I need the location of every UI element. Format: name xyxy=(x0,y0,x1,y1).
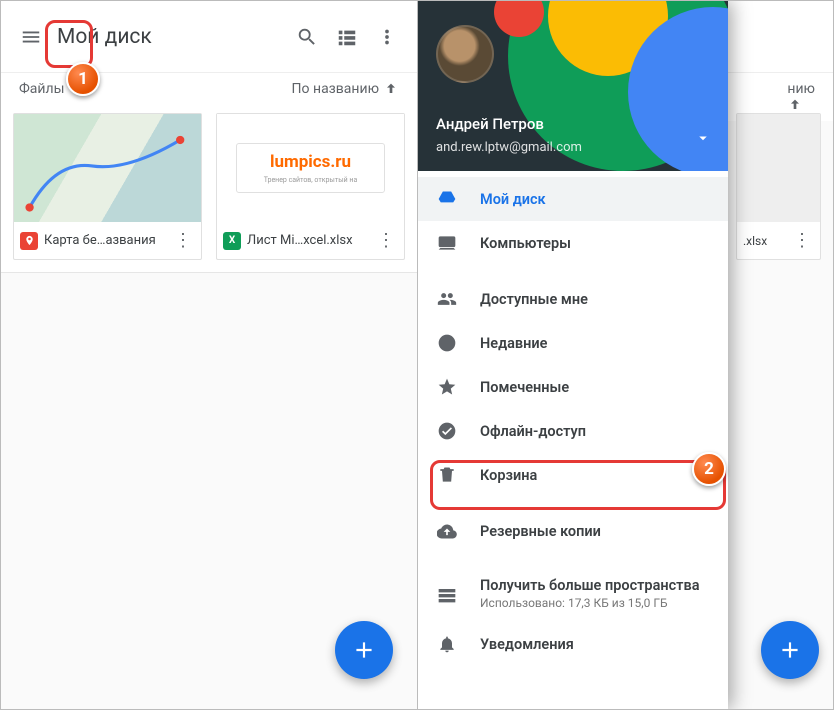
drawer-item-label: Офлайн-доступ xyxy=(480,423,586,440)
file-more-button[interactable]: ⋮ xyxy=(171,230,195,251)
fab-add-button-bg[interactable] xyxy=(761,621,819,679)
drawer-list: Мой диск Компьютеры Доступные мне xyxy=(418,171,728,709)
bell-icon xyxy=(436,634,458,654)
file-thumbnail: lumpics.ru Тренер сайтов, открытый на xyxy=(217,114,404,222)
account-email: and.rew.lptw@gmail.com xyxy=(436,140,582,155)
drawer-item-label: Мой диск xyxy=(480,191,546,208)
file-name: Лист Mi…xcel.xlsx xyxy=(247,233,368,248)
plus-icon xyxy=(777,637,803,663)
drawer-item-label: Уведомления xyxy=(480,636,574,653)
star-icon xyxy=(436,377,458,397)
screen-drawer: нию .xlsx ⋮ Андрей Петров xyxy=(417,0,834,710)
excel-icon: X xyxy=(223,232,241,250)
list-view-icon xyxy=(336,26,358,48)
background-file-card: .xlsx ⋮ xyxy=(736,113,821,260)
screen-file-list: Мой диск Файлы По названию xyxy=(0,0,417,710)
arrow-up-icon xyxy=(383,81,399,97)
storage-icon xyxy=(436,584,458,604)
drawer-item-label: Компьютеры xyxy=(480,235,571,252)
drawer-item-trash[interactable]: Корзина xyxy=(418,453,728,497)
drive-icon xyxy=(436,189,458,209)
toolbar: Мой диск xyxy=(1,1,417,73)
search-icon xyxy=(296,26,318,48)
drawer-item-storage[interactable]: Получить больше пространства Использован… xyxy=(418,565,728,622)
offline-icon xyxy=(436,421,458,441)
file-card-sheet[interactable]: lumpics.ru Тренер сайтов, открытый на X … xyxy=(216,113,405,260)
drawer-item-recent[interactable]: Недавние xyxy=(418,321,728,365)
chevron-down-icon xyxy=(694,129,712,147)
drawer-item-label: Получить больше пространства xyxy=(480,577,699,594)
hamburger-menu-button[interactable] xyxy=(11,17,51,57)
more-vert-icon xyxy=(376,26,398,48)
people-icon xyxy=(436,289,458,309)
drawer-item-offline[interactable]: Офлайн-доступ xyxy=(418,409,728,453)
plus-icon xyxy=(351,637,377,663)
thumbnail-subtitle: Тренер сайтов, открытый на xyxy=(264,176,358,184)
drawer-item-my-drive[interactable]: Мой диск xyxy=(418,177,728,221)
sort-bar: Файлы По названию xyxy=(1,73,417,105)
thumbnail-logo: lumpics.ru xyxy=(270,152,351,172)
sort-label: По названию xyxy=(292,81,379,97)
computer-icon xyxy=(436,233,458,253)
view-toggle-button[interactable] xyxy=(327,17,367,57)
sort-left-label: Файлы xyxy=(19,81,64,97)
account-switch-button[interactable] xyxy=(694,129,712,147)
hamburger-icon xyxy=(20,26,42,48)
file-more-button[interactable]: ⋮ xyxy=(374,230,398,251)
drawer-item-label: Доступные мне xyxy=(480,291,588,308)
map-pin-icon xyxy=(20,232,38,250)
cloud-upload-icon xyxy=(436,521,458,541)
storage-usage-text: Использовано: 17,3 КБ из 15,0 ГБ xyxy=(480,596,699,610)
file-card-map[interactable]: Карта бе…азвания ⋮ xyxy=(13,113,202,260)
drawer-item-label: Недавние xyxy=(480,335,547,352)
drawer-item-label: Корзина xyxy=(480,467,537,484)
fab-add-button[interactable] xyxy=(335,621,393,679)
search-button[interactable] xyxy=(287,17,327,57)
navigation-drawer: Андрей Петров and.rew.lptw@gmail.com Мой… xyxy=(418,1,728,709)
drawer-item-computers[interactable]: Компьютеры xyxy=(418,221,728,265)
drawer-item-label: Помеченные xyxy=(480,379,569,396)
trash-icon xyxy=(436,465,458,485)
file-footer: Карта бе…азвания ⋮ xyxy=(14,222,201,259)
drawer-item-shared[interactable]: Доступные мне xyxy=(418,277,728,321)
file-grid: Карта бе…азвания ⋮ lumpics.ru Тренер сай… xyxy=(1,105,417,273)
drawer-item-backups[interactable]: Резервные копии xyxy=(418,509,728,553)
avatar[interactable] xyxy=(436,25,494,83)
file-thumbnail xyxy=(14,114,201,222)
file-footer: X Лист Mi…xcel.xlsx ⋮ xyxy=(217,222,404,259)
drawer-item-starred[interactable]: Помеченные xyxy=(418,365,728,409)
sort-button[interactable]: По названию xyxy=(292,81,399,97)
drawer-header[interactable]: Андрей Петров and.rew.lptw@gmail.com xyxy=(418,1,728,171)
overflow-button[interactable] xyxy=(367,17,407,57)
page-title: Мой диск xyxy=(57,25,287,49)
file-name: Карта бе…азвания xyxy=(44,233,165,248)
account-name: Андрей Петров xyxy=(436,115,544,133)
drawer-item-label: Резервные копии xyxy=(480,523,601,540)
drawer-item-notifications[interactable]: Уведомления xyxy=(418,622,728,666)
clock-icon xyxy=(436,333,458,353)
